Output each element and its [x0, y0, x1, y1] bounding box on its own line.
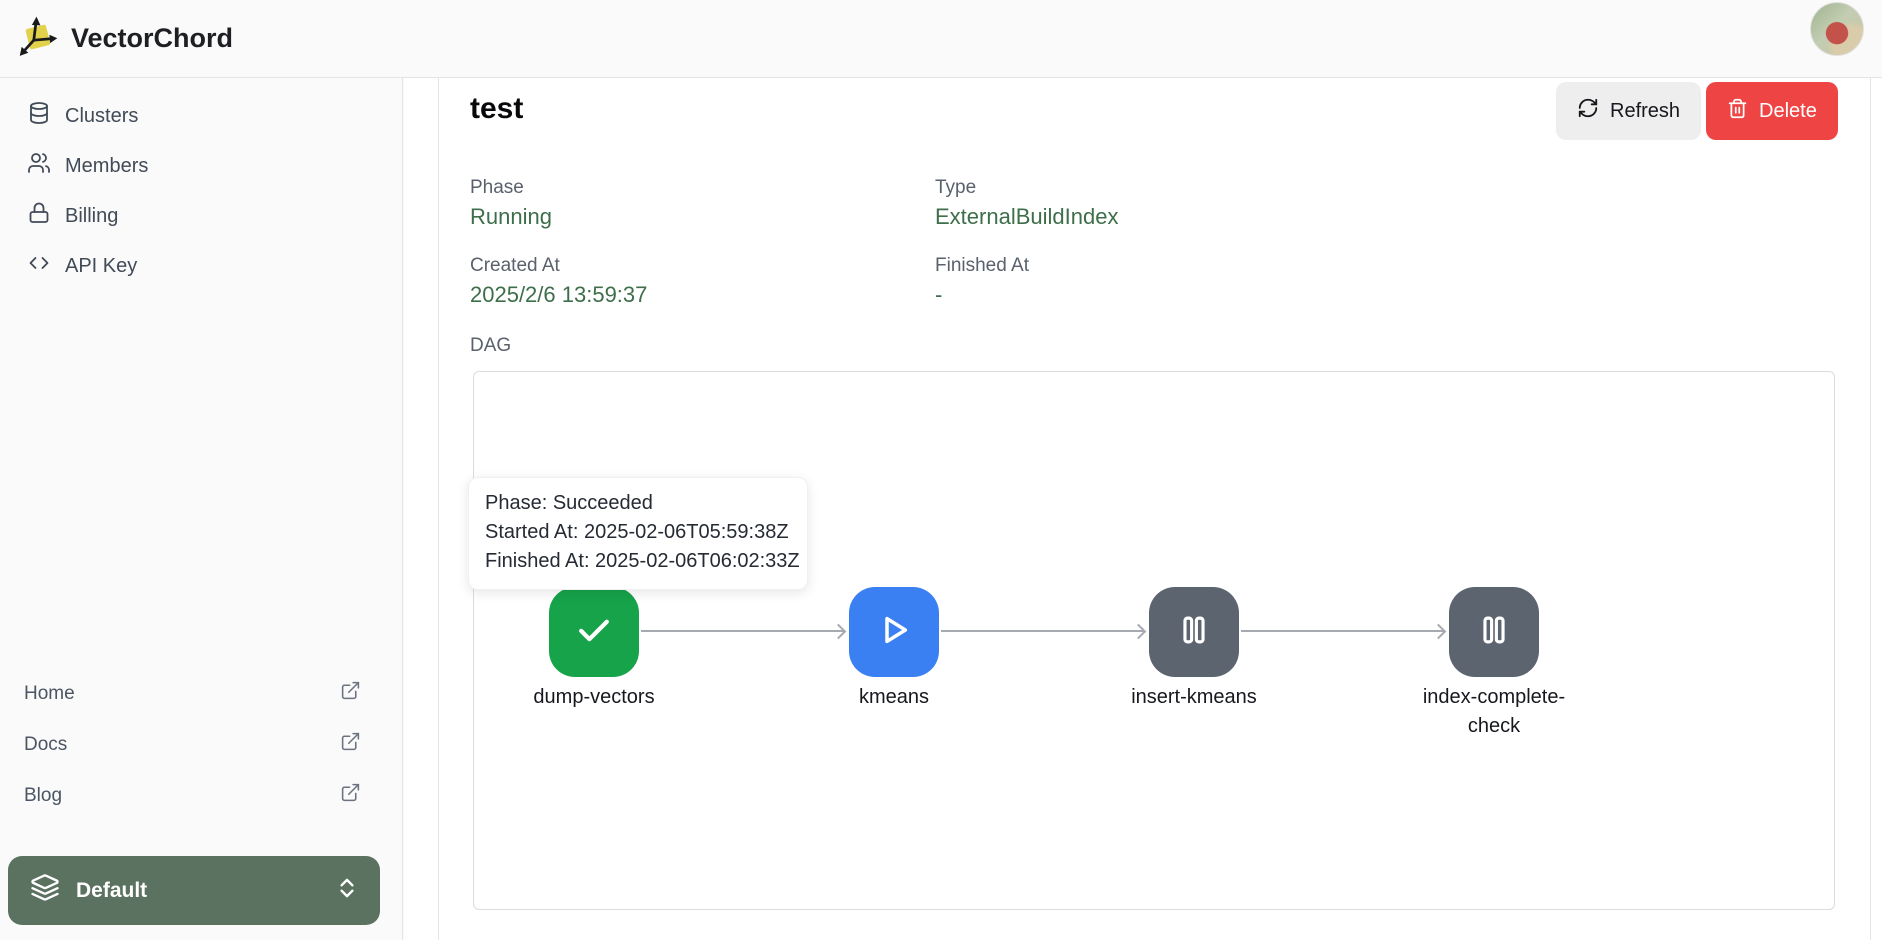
refresh-button-label: Refresh: [1610, 100, 1680, 123]
code-icon: [27, 251, 51, 281]
pause-icon: [1475, 611, 1513, 654]
sidebar-link-blog[interactable]: Blog: [0, 770, 402, 821]
trash-icon: [1727, 98, 1748, 125]
dag-node-kmeans[interactable]: [849, 587, 939, 677]
workspace-name: Default: [76, 879, 147, 903]
external-link-icon: [340, 680, 361, 707]
main-content: test Refresh: [404, 78, 1882, 940]
dag-node-label: kmeans: [804, 683, 984, 712]
sidebar-link-label: Blog: [24, 785, 62, 807]
dag-node-label: dump-vectors: [504, 683, 684, 712]
dag-node-insert-kmeans[interactable]: [1149, 587, 1239, 677]
page-title: test: [470, 92, 523, 126]
top-header: VectorChord: [0, 0, 1882, 78]
sidebar-item-label: API Key: [65, 255, 137, 278]
dag-node-index-complete-check[interactable]: [1449, 587, 1539, 677]
users-icon: [27, 151, 51, 181]
lock-icon: [27, 201, 51, 231]
check-icon: [572, 608, 616, 657]
dag-edge: [641, 630, 844, 632]
brand-name: VectorChord: [71, 23, 233, 54]
node-tooltip: Phase: Succeeded Started At: 2025-02-06T…: [468, 477, 808, 590]
dag-section-label: DAG: [470, 335, 511, 357]
tooltip-phase-line: Phase: Succeeded: [485, 489, 791, 518]
sidebar-item-api-key[interactable]: API Key: [0, 241, 402, 291]
pause-icon: [1175, 611, 1213, 654]
dag-edge: [1241, 630, 1444, 632]
field-label-created-at: Created At: [470, 255, 560, 277]
play-icon: [873, 609, 915, 656]
sidebar-link-docs[interactable]: Docs: [0, 719, 402, 770]
delete-button-label: Delete: [1759, 100, 1817, 123]
workspace-selector[interactable]: Default: [8, 856, 380, 925]
sidebar-link-label: Docs: [24, 734, 67, 756]
sidebar-item-billing[interactable]: Billing: [0, 191, 402, 241]
sidebar-item-members[interactable]: Members: [0, 141, 402, 191]
field-label-type: Type: [935, 177, 976, 199]
field-value-finished-at: -: [935, 282, 942, 308]
sidebar-link-home[interactable]: Home: [0, 668, 402, 719]
sidebar-item-label: Billing: [65, 205, 118, 228]
refresh-icon: [1577, 97, 1599, 125]
external-link-icon: [340, 782, 361, 809]
brand-logo[interactable]: VectorChord: [16, 13, 233, 64]
external-link-icon: [340, 731, 361, 758]
dag-edge: [941, 630, 1144, 632]
database-icon: [27, 101, 51, 131]
sidebar-link-label: Home: [24, 683, 75, 705]
layers-icon: [30, 873, 60, 908]
field-value-type: ExternalBuildIndex: [935, 204, 1118, 230]
sidebar-external-links: Home Docs Blog: [0, 668, 402, 821]
sidebar-item-label: Members: [65, 155, 148, 178]
sidebar-item-label: Clusters: [65, 105, 138, 128]
sidebar-nav: Clusters Members: [0, 78, 402, 291]
vectorchord-logo-icon: [16, 13, 62, 64]
field-value-created-at: 2025/2/6 13:59:37: [470, 282, 647, 308]
user-avatar[interactable]: [1810, 2, 1864, 56]
field-value-phase: Running: [470, 204, 552, 230]
sidebar: Clusters Members: [0, 78, 403, 940]
delete-button[interactable]: Delete: [1706, 82, 1838, 140]
tooltip-started-line: Started At: 2025-02-06T05:59:38Z: [485, 518, 791, 547]
chevrons-up-down-icon: [334, 875, 360, 906]
dag-node-dump-vectors[interactable]: [549, 587, 639, 677]
tooltip-finished-line: Finished At: 2025-02-06T06:02:33Z: [485, 547, 791, 576]
app-screen: VectorChord Clusters: [0, 0, 1882, 940]
dag-node-label: index-complete-check: [1404, 683, 1584, 741]
refresh-button[interactable]: Refresh: [1556, 82, 1701, 140]
dag-node-label: insert-kmeans: [1104, 683, 1284, 712]
sidebar-item-clusters[interactable]: Clusters: [0, 91, 402, 141]
field-label-phase: Phase: [470, 177, 524, 199]
field-label-finished-at: Finished At: [935, 255, 1029, 277]
dag-canvas[interactable]: dump-vectors kmeans insert-kmeans index-…: [473, 371, 1835, 910]
